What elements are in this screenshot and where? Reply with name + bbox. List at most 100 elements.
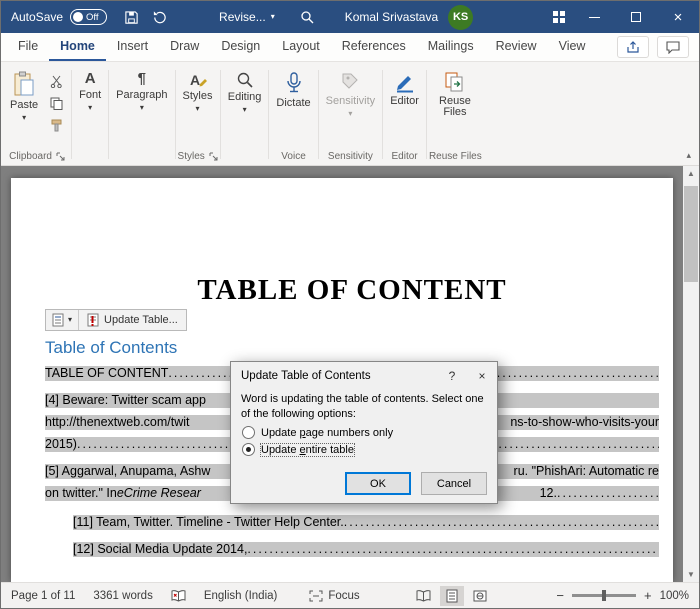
chevron-down-icon: ▾	[22, 114, 26, 122]
autosave-toggle[interactable]: AutoSave Off	[11, 9, 107, 25]
toc-menu-button[interactable]: ▾	[46, 310, 79, 330]
zoom-out-button[interactable]: −	[556, 588, 564, 603]
group-separator	[108, 70, 109, 159]
zoom-slider-thumb[interactable]	[602, 590, 606, 601]
radio-unselected-icon[interactable]	[242, 426, 255, 439]
share-button[interactable]	[617, 36, 649, 58]
zoom-in-button[interactable]: +	[644, 588, 652, 603]
focus-icon	[309, 590, 323, 602]
undo-button[interactable]	[145, 1, 173, 33]
format-painter-icon	[50, 119, 63, 132]
dialog-launcher-icon[interactable]	[209, 152, 218, 161]
font-menu-button[interactable]: A Font ▾	[74, 66, 106, 114]
tab-view[interactable]: View	[548, 33, 597, 61]
tab-file[interactable]: File	[7, 33, 49, 61]
web-layout-button[interactable]	[468, 586, 492, 606]
read-mode-icon	[416, 590, 431, 602]
tab-insert[interactable]: Insert	[106, 33, 159, 61]
toc-entry[interactable]: [12] Social Media Update 2014, .........…	[73, 542, 659, 557]
collapse-ribbon-button[interactable]: ▴	[686, 150, 691, 161]
dialog-title-bar[interactable]: Update Table of Contents ? ×	[231, 362, 497, 390]
paste-button[interactable]: Paste ▾	[5, 66, 43, 124]
chevron-down-icon: ▾	[243, 106, 247, 114]
scissors-icon	[50, 75, 63, 88]
update-toc-dialog: Update Table of Contents ? × Word is upd…	[230, 361, 498, 504]
tab-design[interactable]: Design	[210, 33, 271, 61]
dialog-help-button[interactable]: ?	[437, 362, 467, 390]
grid-icon	[552, 10, 566, 24]
search-icon	[300, 10, 314, 24]
update-table-button[interactable]: Update Table...	[79, 310, 186, 330]
clipboard-group-label: Clipboard	[5, 147, 69, 165]
tab-mailings[interactable]: Mailings	[417, 33, 485, 61]
read-mode-button[interactable]	[412, 586, 436, 606]
status-bar: Page 1 of 11 3361 words English (India) …	[1, 582, 699, 608]
radio-selected-icon[interactable]	[242, 443, 255, 456]
language-indicator[interactable]: English (India)	[204, 590, 278, 602]
reuse-files-button[interactable]: Reuse Files	[429, 66, 481, 120]
scrollbar-thumb[interactable]	[684, 186, 698, 282]
scroll-down-icon[interactable]: ▼	[687, 570, 695, 579]
styles-group-label: Styles	[178, 147, 218, 165]
proofing-status[interactable]	[171, 589, 186, 602]
autosave-switch[interactable]: Off	[70, 9, 107, 25]
reuse-files-group-label: Reuse Files	[429, 147, 482, 165]
group-separator	[71, 70, 72, 159]
radio-update-entire-table[interactable]: Update entire table	[231, 443, 497, 456]
format-painter-button[interactable]	[45, 117, 67, 134]
paragraph-menu-button[interactable]: ¶ Paragraph ▾	[111, 66, 172, 114]
page-indicator[interactable]: Page 1 of 11	[11, 590, 75, 602]
print-layout-button[interactable]	[440, 586, 464, 606]
dictate-button[interactable]: Dictate	[271, 66, 315, 111]
dialog-close-button[interactable]: ×	[467, 362, 497, 390]
tab-layout[interactable]: Layout	[271, 33, 331, 61]
zoom-level[interactable]: 100%	[660, 590, 689, 602]
toc-entry[interactable]: [11] Team, Twitter. Timeline - Twitter H…	[73, 515, 659, 530]
web-layout-icon	[473, 590, 487, 602]
maximize-button[interactable]	[615, 1, 657, 33]
dialog-launcher-icon[interactable]	[56, 152, 65, 161]
editing-menu-button[interactable]: Editing ▾	[223, 66, 267, 116]
tab-draw[interactable]: Draw	[159, 33, 210, 61]
word-count[interactable]: 3361 words	[93, 590, 152, 602]
chevron-down-icon: ▾	[271, 13, 275, 21]
toc-field-icon	[52, 313, 64, 327]
close-icon: ×	[478, 369, 485, 383]
editor-icon	[394, 71, 416, 93]
save-button[interactable]	[117, 1, 145, 33]
minimize-button[interactable]	[573, 1, 615, 33]
group-separator	[426, 70, 427, 159]
scroll-up-icon[interactable]: ▲	[687, 169, 695, 178]
tab-review[interactable]: Review	[485, 33, 548, 61]
dialog-buttons: OK Cancel	[345, 472, 487, 495]
ribbon-display-options-button[interactable]	[545, 1, 573, 33]
copy-button[interactable]	[45, 95, 67, 112]
radio-update-page-numbers[interactable]: Update page numbers only	[231, 426, 497, 439]
cancel-button[interactable]: Cancel	[421, 472, 487, 495]
comment-icon	[666, 40, 680, 54]
focus-button[interactable]: Focus	[309, 590, 359, 602]
styles-menu-button[interactable]: A Styles ▾	[178, 66, 218, 115]
sensitivity-button[interactable]: Sensitivity ▾	[321, 66, 381, 120]
comments-button[interactable]	[657, 36, 689, 58]
vertical-scrollbar[interactable]: ▲ ▼	[683, 166, 699, 582]
microphone-icon	[283, 71, 305, 95]
ok-button[interactable]: OK	[345, 472, 411, 495]
editor-button[interactable]: Editor	[385, 66, 424, 109]
tab-home[interactable]: Home	[49, 33, 106, 61]
document-title-menu[interactable]: Revise... ▾	[219, 10, 275, 24]
search-button[interactable]	[293, 1, 321, 33]
close-button[interactable]: ×	[657, 1, 699, 33]
autosave-knob-icon	[73, 12, 83, 22]
dialog-title: Update Table of Contents	[241, 370, 437, 382]
group-separator	[268, 70, 269, 159]
avatar[interactable]: KS	[448, 5, 473, 30]
cut-button[interactable]	[45, 73, 67, 90]
proofing-book-icon	[171, 589, 186, 602]
dot-leader: ........................................…	[247, 542, 659, 557]
editing-group: Editing ▾	[223, 64, 267, 165]
title-bar: AutoSave Off Revise... ▾ Komal Srivastav…	[1, 1, 699, 33]
tab-references[interactable]: References	[331, 33, 417, 61]
styles-icon: A	[188, 71, 208, 88]
zoom-slider[interactable]	[572, 594, 636, 597]
